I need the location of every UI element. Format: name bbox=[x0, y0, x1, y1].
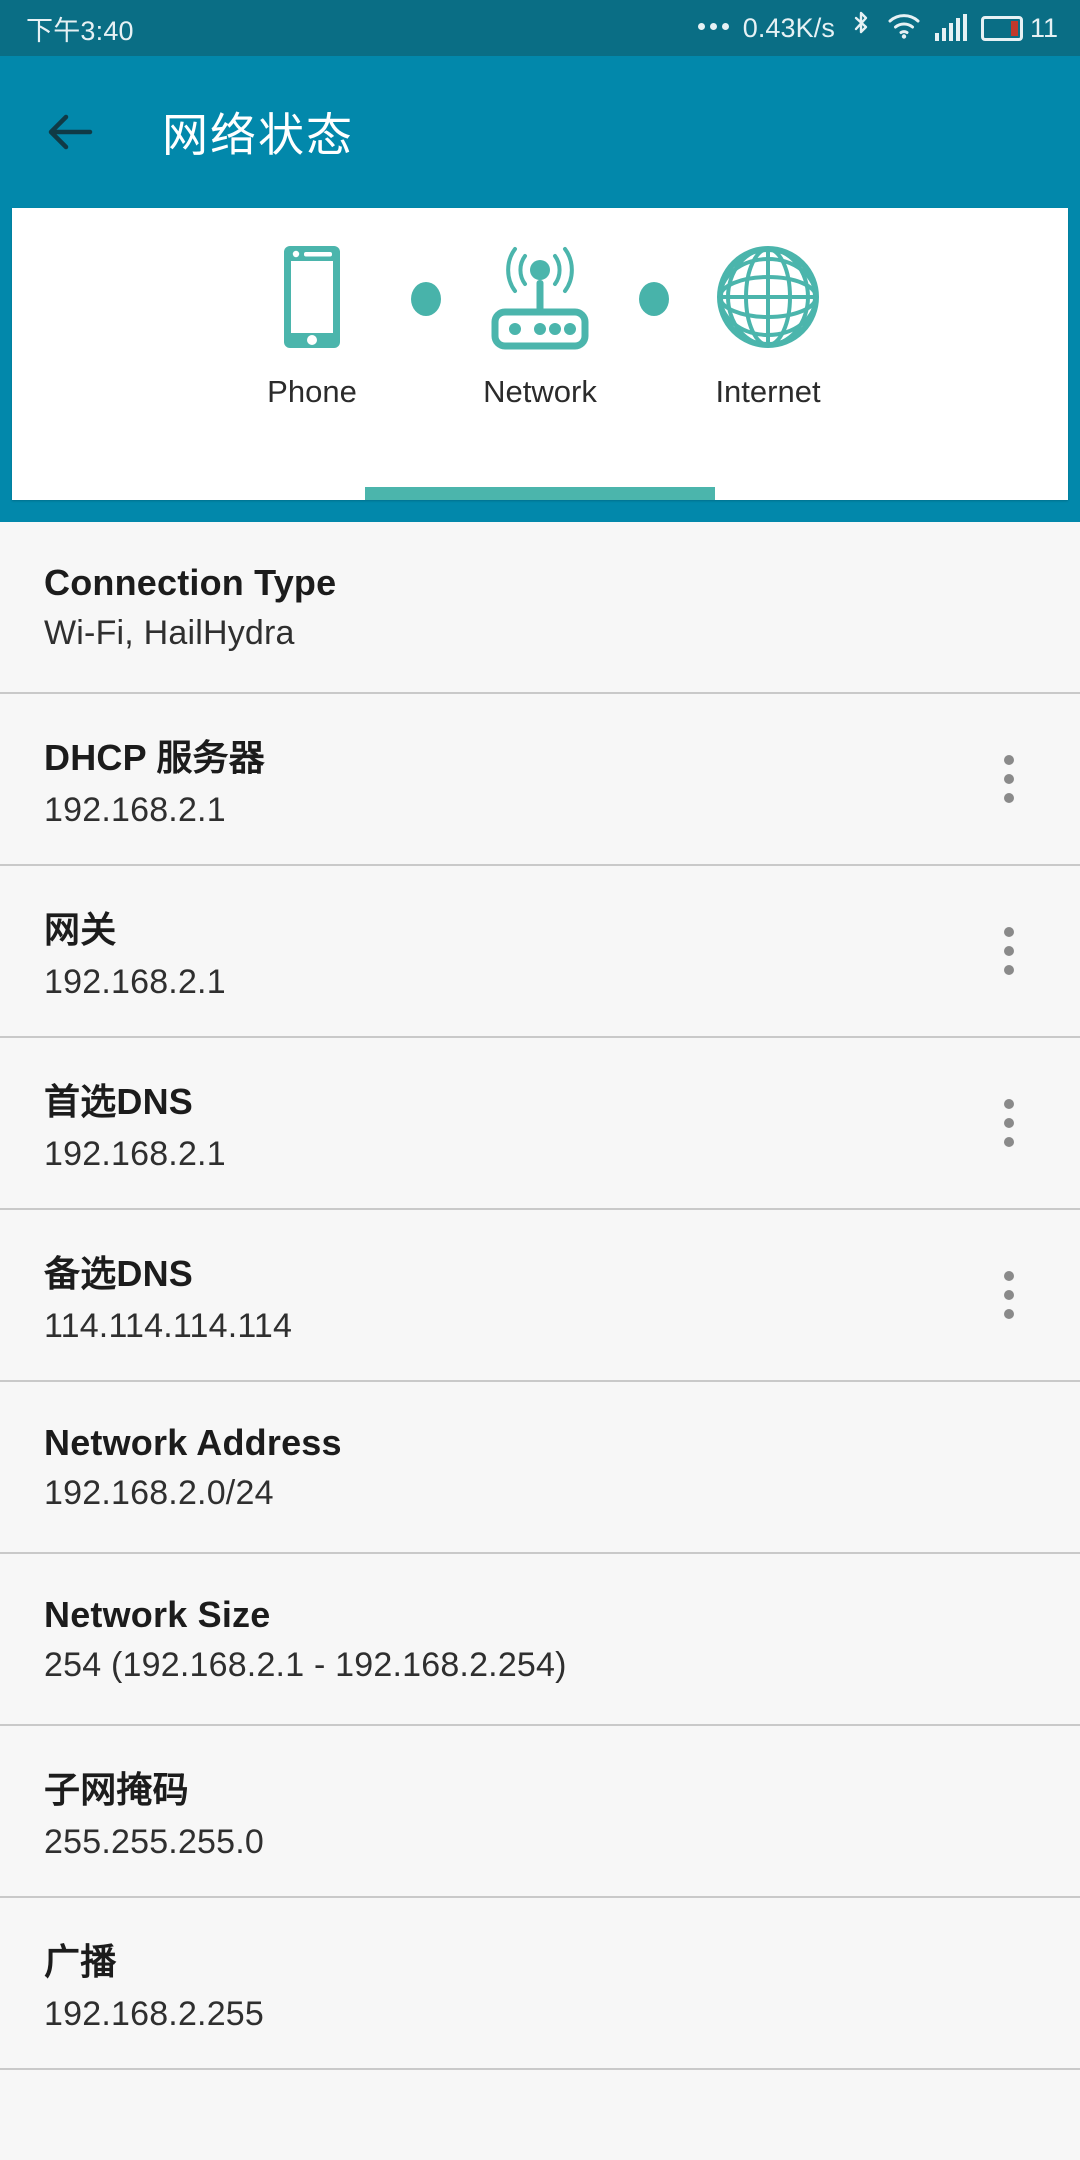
list-item-value: 254 (192.168.2.1 - 192.168.2.254) bbox=[44, 1645, 567, 1684]
list-item-title: Network Size bbox=[44, 1593, 271, 1635]
list-item[interactable]: 网关 192.168.2.1 bbox=[0, 866, 1080, 1038]
list-item-title: 子网掩码 bbox=[44, 1768, 189, 1810]
page-title: 网络状态 bbox=[162, 109, 354, 161]
more-dots-icon bbox=[697, 22, 729, 34]
list-item-value: 192.168.2.1 bbox=[44, 1134, 226, 1173]
app-bar: 网络状态 bbox=[0, 56, 1080, 208]
list-item-title: 网关 bbox=[44, 908, 117, 950]
list-item-title: Network Address bbox=[44, 1421, 342, 1463]
overflow-menu-icon[interactable] bbox=[986, 1085, 1032, 1161]
router-icon bbox=[481, 242, 599, 352]
status-bar-icons: 0.43K/s 11 bbox=[697, 10, 1058, 47]
connection-diagram: Phone Network Internet bbox=[12, 208, 1068, 410]
selected-tab-indicator bbox=[365, 487, 715, 500]
battery-percent-text: 11 bbox=[1029, 12, 1058, 43]
list-item-value: 192.168.2.1 bbox=[44, 962, 226, 1001]
list-item[interactable]: Network Address 192.168.2.0/24 bbox=[0, 1382, 1080, 1554]
tab-phone[interactable]: Phone bbox=[197, 242, 427, 410]
network-speed-text: 0.43K/s bbox=[742, 12, 835, 43]
list-item[interactable]: DHCP 服务器 192.168.2.1 bbox=[0, 694, 1080, 866]
overflow-menu-icon[interactable] bbox=[986, 741, 1032, 817]
diagram-card-region: Phone Network Internet bbox=[0, 208, 1080, 522]
list-item[interactable]: Connection Type Wi-Fi, HailHydra bbox=[0, 522, 1080, 694]
list-item[interactable]: 首选DNS 192.168.2.1 bbox=[0, 1038, 1080, 1210]
list-item[interactable]: 广播 192.168.2.255 bbox=[0, 1898, 1080, 2070]
bluetooth-icon bbox=[849, 10, 873, 47]
phone-icon bbox=[266, 242, 358, 352]
network-details-list: Connection Type Wi-Fi, HailHydra DHCP 服务器 1… bbox=[0, 522, 1080, 2070]
list-item-title: 首选DNS bbox=[44, 1080, 194, 1122]
tab-internet[interactable]: Internet bbox=[653, 242, 883, 410]
status-bar: 下午3:40 0.43K/s 11 bbox=[0, 0, 1080, 56]
back-arrow-icon[interactable] bbox=[42, 104, 98, 160]
battery-icon bbox=[980, 15, 1023, 41]
connection-diagram-card: Phone Network Internet bbox=[12, 208, 1068, 500]
list-item-value: Wi-Fi, HailHydra bbox=[44, 613, 295, 652]
status-bar-clock: 下午3:40 bbox=[26, 15, 134, 46]
list-item-title: 备选DNS bbox=[44, 1252, 194, 1294]
list-item[interactable]: 子网掩码 255.255.255.0 bbox=[0, 1726, 1080, 1898]
globe-icon bbox=[714, 242, 822, 352]
list-item-value: 192.168.2.255 bbox=[44, 1994, 265, 2033]
list-item-title: Connection Type bbox=[44, 561, 337, 603]
tab-network[interactable]: Network bbox=[425, 242, 655, 410]
list-item-value: 192.168.2.1 bbox=[44, 790, 226, 829]
list-item-value: 192.168.2.0/24 bbox=[44, 1473, 274, 1512]
overflow-menu-icon[interactable] bbox=[986, 1257, 1032, 1333]
list-item-title: DHCP 服务器 bbox=[44, 736, 265, 778]
tab-phone-label: Phone bbox=[267, 374, 357, 409]
list-item-title: 广播 bbox=[44, 1940, 117, 1982]
list-item-value: 114.114.114.114 bbox=[44, 1306, 293, 1345]
list-item-value: 255.255.255.0 bbox=[44, 1822, 265, 1861]
battery-status: 11 bbox=[980, 12, 1058, 44]
wifi-icon bbox=[887, 12, 921, 45]
tab-internet-label: Internet bbox=[715, 374, 821, 409]
cellular-signal-icon bbox=[934, 14, 967, 41]
overflow-menu-icon[interactable] bbox=[986, 913, 1032, 989]
list-item[interactable]: Network Size 254 (192.168.2.1 - 192.168.2… bbox=[0, 1554, 1080, 1726]
tab-network-label: Network bbox=[483, 374, 597, 409]
list-item[interactable]: 备选DNS 114.114.114.114 bbox=[0, 1210, 1080, 1382]
